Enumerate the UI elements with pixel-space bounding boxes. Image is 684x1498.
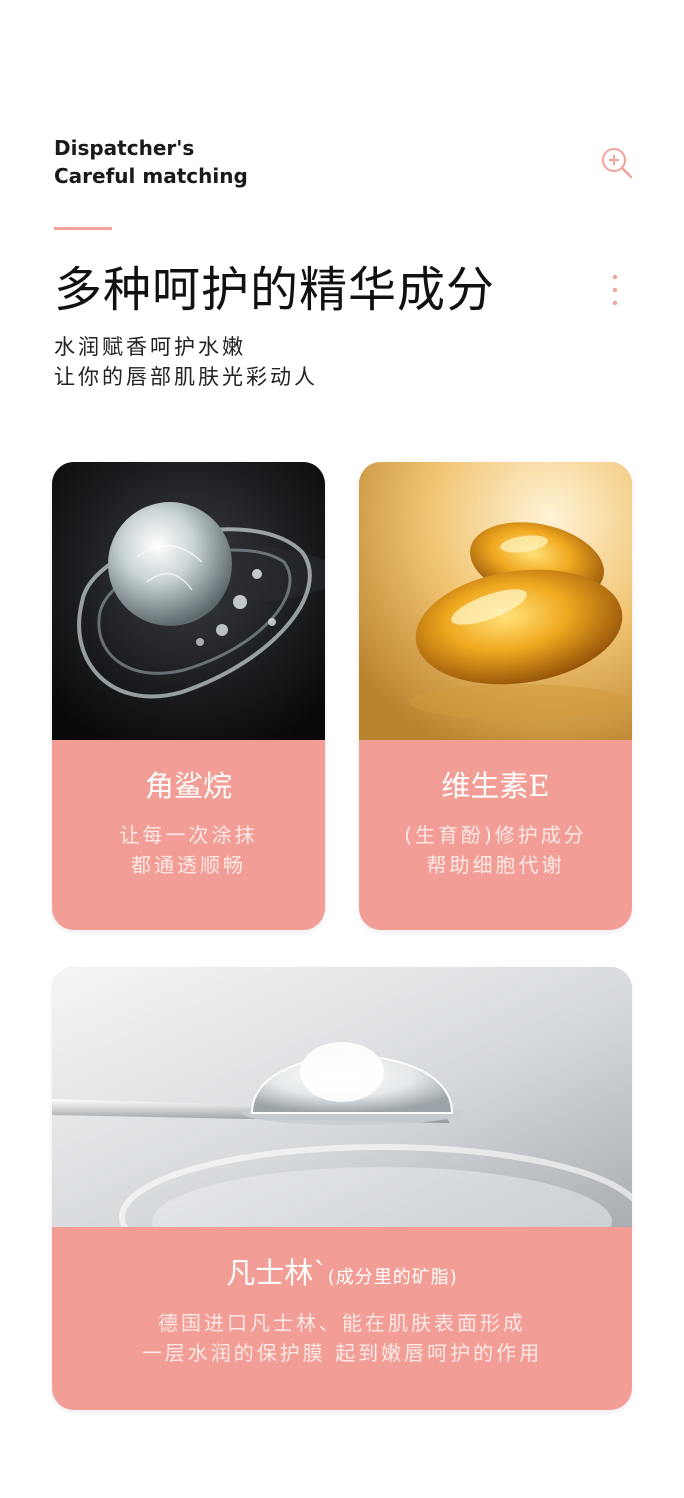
water-droplet-photo bbox=[52, 462, 325, 740]
vitamin-capsule-photo bbox=[359, 462, 632, 740]
header-english-line1: Dispatcher's bbox=[54, 136, 195, 160]
card-title: 凡士林`(成分里的矿脂) bbox=[52, 1253, 632, 1298]
more-vertical-icon[interactable] bbox=[610, 272, 620, 308]
card-title: 角鲨烷 bbox=[144, 769, 232, 803]
card-title-main: 凡士林` bbox=[226, 1256, 328, 1290]
header-english-line2: Careful matching bbox=[54, 164, 248, 188]
card-title-note: (成分里的矿脂) bbox=[327, 1267, 458, 1288]
page-subtitle: 水润赋香呵护水嫩 让你的唇部肌肤光彩动人 bbox=[54, 332, 318, 392]
ingredient-card-squalane: 角鲨烷 让每一次涂抹 都通透顺畅 bbox=[52, 462, 325, 930]
header-english: Dispatcher's Careful matching bbox=[54, 134, 248, 190]
ingredient-card-vaseline: 凡士林`(成分里的矿脂) 德国进口凡士林、能在肌肤表面形成 一层水润的保护膜 起… bbox=[52, 967, 632, 1410]
card-desc-line2: 一层水润的保护膜 起到嫩唇呵护的作用 bbox=[141, 1341, 543, 1365]
subtitle-line1: 水润赋香呵护水嫩 bbox=[54, 335, 246, 359]
card-desc-line2: 都通透顺畅 bbox=[131, 853, 246, 877]
page-title: 多种呵护的精华成分 bbox=[54, 262, 496, 318]
subtitle-line2: 让你的唇部肌肤光彩动人 bbox=[54, 365, 318, 389]
gel-spatula-photo bbox=[52, 967, 632, 1227]
zoom-in-icon[interactable] bbox=[600, 146, 634, 180]
card-desc-line1: (生育酚)修护成分 bbox=[404, 823, 587, 847]
card-desc-line1: 德国进口凡士林、能在肌肤表面形成 bbox=[158, 1311, 526, 1335]
card-desc-line1: 让每一次涂抹 bbox=[119, 823, 258, 847]
accent-divider bbox=[54, 227, 112, 230]
ingredient-card-vitamin-e: 维生素E (生育酚)修护成分 帮助细胞代谢 bbox=[359, 462, 632, 930]
card-desc-line2: 帮助细胞代谢 bbox=[426, 853, 565, 877]
card-title: 维生素E bbox=[441, 769, 550, 803]
